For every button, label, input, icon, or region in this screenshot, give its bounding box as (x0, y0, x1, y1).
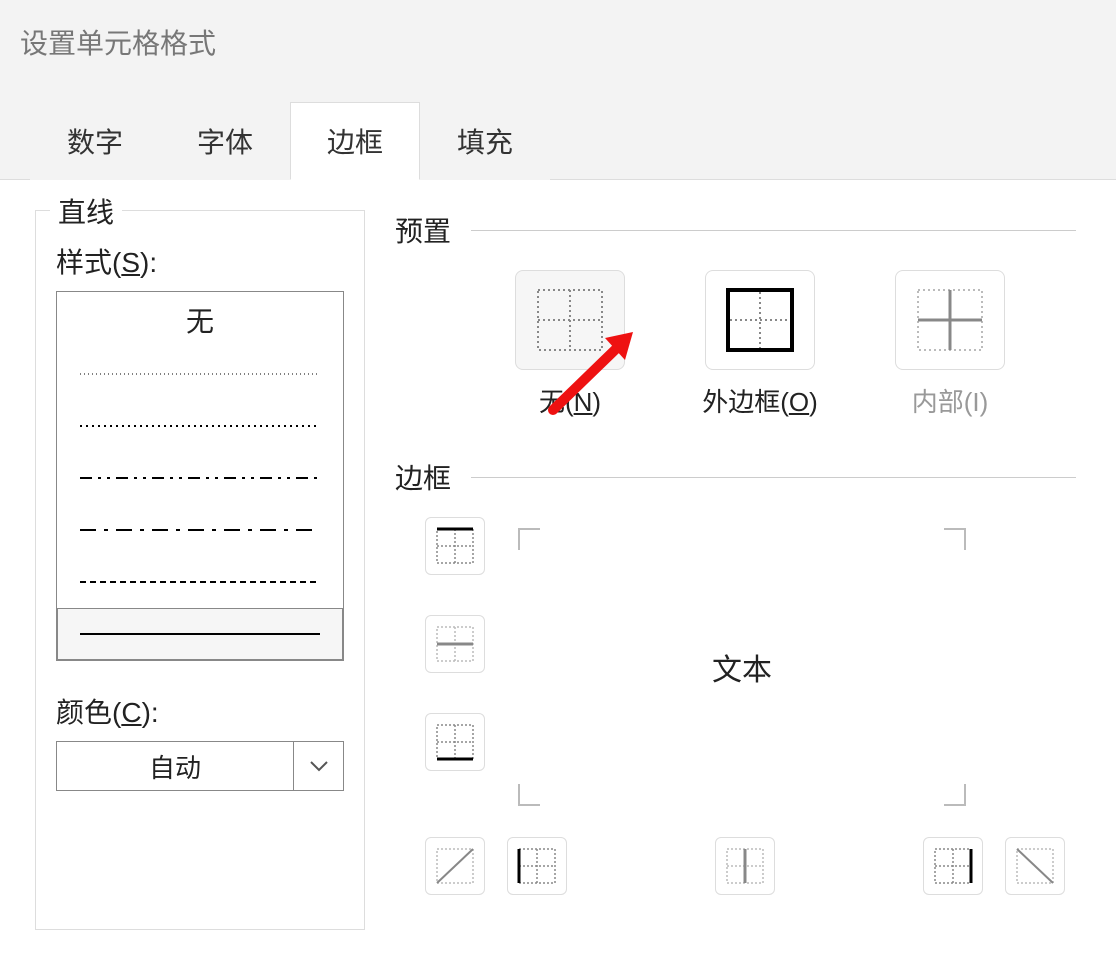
border-bottom-icon (435, 723, 475, 761)
border-middle-h-button[interactable] (425, 615, 485, 673)
dialog-title: 设置单元格格式 (0, 0, 1116, 72)
border-diag-up-button[interactable] (425, 837, 485, 895)
chevron-down-icon (310, 760, 328, 772)
tab-number[interactable]: 数字 (30, 102, 160, 180)
line-style-list[interactable]: 无 (56, 291, 344, 661)
presets-divider (471, 230, 1076, 231)
line-style-none[interactable]: 无 (57, 292, 343, 348)
tab-content: 直线 样式(S): 无 (0, 179, 1116, 969)
preset-none-button[interactable] (515, 270, 625, 370)
border-preview: 文本 (507, 517, 977, 817)
line-style-dotted-fine[interactable] (57, 348, 343, 400)
color-select[interactable]: 自动 (56, 741, 294, 791)
preset-inside-wrap: 内部(I) (885, 270, 1015, 419)
tab-border[interactable]: 边框 (290, 102, 420, 180)
preset-none-label: 无(N) (539, 382, 601, 419)
preview-corner-tl (518, 528, 540, 550)
preset-outline-wrap: 外边框(O) (695, 270, 825, 419)
preview-corner-bl (518, 784, 540, 806)
presets-row: 无(N) 外边框(O) (505, 270, 1076, 419)
border-diag-down-button[interactable] (1005, 837, 1065, 895)
line-section-label: 直线 (50, 191, 122, 231)
border-label: 边框 (395, 457, 451, 497)
line-group: 直线 样式(S): 无 (35, 210, 365, 930)
line-style-dotted[interactable] (57, 400, 343, 452)
border-top-icon (435, 527, 475, 565)
preset-none-icon (535, 287, 605, 353)
border-bottom-button[interactable] (425, 713, 485, 771)
border-left-buttons (425, 517, 485, 771)
line-style-dash-dot-dot[interactable] (57, 452, 343, 504)
color-label: 颜色(C): (56, 691, 364, 731)
tab-font[interactable]: 字体 (160, 102, 290, 180)
preset-inside-icon (915, 287, 985, 353)
presets-label: 预置 (395, 210, 451, 250)
tab-fill[interactable]: 填充 (420, 102, 550, 180)
color-picker: 自动 (56, 741, 344, 791)
color-dropdown-button[interactable] (294, 741, 344, 791)
border-bottom-buttons (425, 837, 1065, 895)
border-top-button[interactable] (425, 517, 485, 575)
preset-inside-label: 内部(I) (912, 382, 989, 419)
line-style-dashed[interactable] (57, 556, 343, 608)
border-left-icon (517, 847, 557, 885)
border-divider (471, 477, 1076, 478)
border-right-button[interactable] (923, 837, 983, 895)
preview-corner-br (944, 784, 966, 806)
border-middle-v-button[interactable] (715, 837, 775, 895)
preset-outline-label: 外边框(O) (702, 382, 818, 419)
presets-header: 预置 (395, 210, 1076, 250)
format-cells-dialog: 设置单元格格式 数字 字体 边框 填充 直线 样式(S): 无 (0, 0, 1116, 946)
preset-inside-button[interactable] (895, 270, 1005, 370)
border-diag-down-icon (1015, 847, 1055, 885)
preset-outline-button[interactable] (705, 270, 815, 370)
border-middle-v-icon (725, 847, 765, 885)
border-right-icon (933, 847, 973, 885)
line-style-solid[interactable] (57, 608, 343, 660)
style-label: 样式(S): (56, 241, 364, 281)
border-left-button[interactable] (507, 837, 567, 895)
tab-bar: 数字 字体 边框 填充 (30, 102, 1116, 180)
border-diag-up-icon (435, 847, 475, 885)
line-style-dash-dot[interactable] (57, 504, 343, 556)
preset-none-wrap: 无(N) (505, 270, 635, 419)
preview-corner-tr (944, 528, 966, 550)
border-header: 边框 (395, 457, 1076, 497)
right-panel: 预置 (365, 210, 1116, 969)
preview-text: 文本 (712, 645, 772, 689)
border-middle-h-icon (435, 625, 475, 663)
preset-outline-icon (725, 287, 795, 353)
